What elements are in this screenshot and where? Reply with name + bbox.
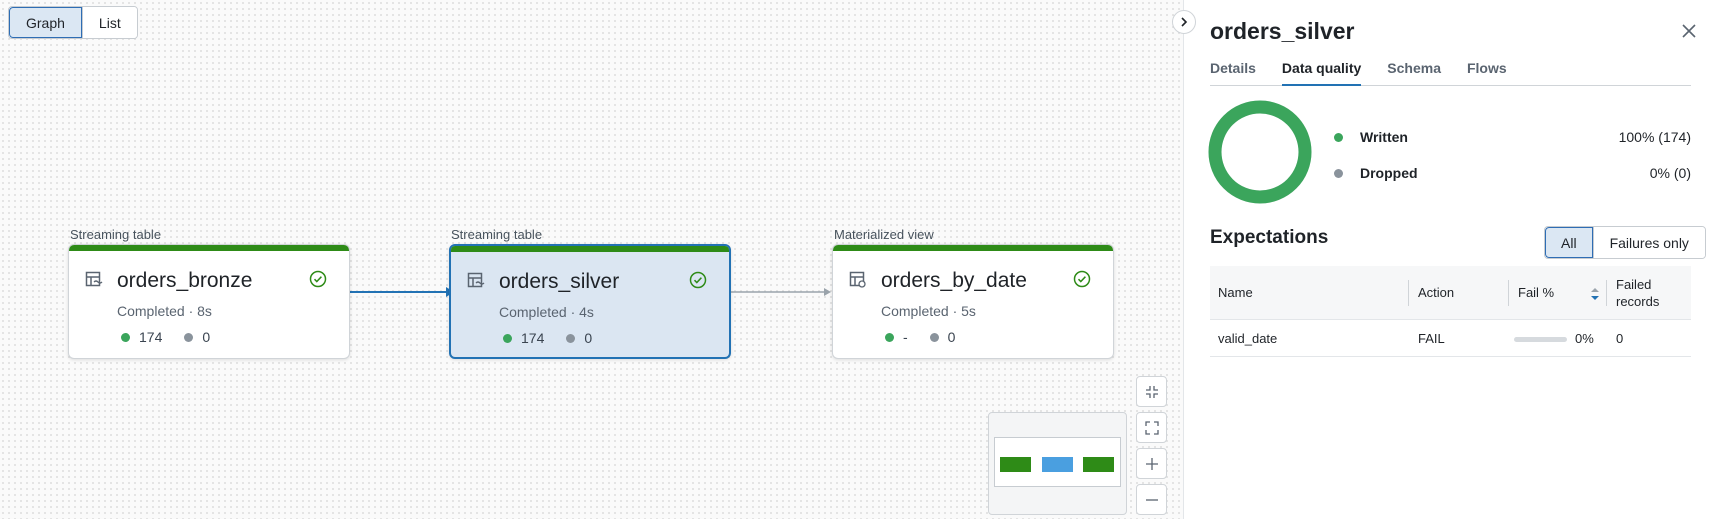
expectation-action: FAIL xyxy=(1418,331,1445,346)
tab-data-quality[interactable]: Data quality xyxy=(1281,60,1362,86)
node-orders-bronze[interactable]: orders_bronze Completed · 8s 174 0 xyxy=(68,244,350,359)
streaming-table-icon xyxy=(85,271,103,287)
written-count: 174 xyxy=(521,330,545,346)
chevron-right-icon xyxy=(1181,17,1188,27)
list-view-button[interactable]: List xyxy=(81,7,137,38)
fullscreen-button[interactable] xyxy=(1136,412,1167,443)
expectation-name: valid_date xyxy=(1218,331,1278,346)
node-status: Completed · 4s xyxy=(499,304,594,320)
minimap-node-selected xyxy=(1042,457,1073,472)
success-check-icon xyxy=(689,271,707,289)
written-label: Written xyxy=(1360,129,1408,145)
written-count: 174 xyxy=(139,329,163,345)
materialized-view-icon xyxy=(849,271,866,288)
dropped-dot-icon xyxy=(184,332,194,342)
donut-written-arc xyxy=(1208,100,1312,204)
column-divider[interactable] xyxy=(1408,280,1409,306)
panel-tabs: Details Data quality Schema Flows xyxy=(1210,60,1691,86)
col-failed-records[interactable]: Failed records xyxy=(1616,276,1686,310)
node-title: orders_silver xyxy=(499,270,620,293)
node-orders-by-date[interactable]: orders_by_date Completed · 5s - 0 xyxy=(832,244,1114,359)
edge-silver-date-arrow xyxy=(824,288,831,296)
column-divider[interactable] xyxy=(1606,280,1607,306)
node-status-bar xyxy=(69,245,349,251)
dropped-dot-icon xyxy=(566,333,576,343)
dropped-label: Dropped xyxy=(1360,165,1418,181)
collapse-arrows-icon xyxy=(1145,385,1158,398)
node-type-label: Materialized view xyxy=(834,227,934,242)
legend-written: Written 100% (174) xyxy=(1334,129,1691,145)
expectation-fail-pct: 0% xyxy=(1575,331,1594,346)
expectations-filter: All Failures only xyxy=(1544,226,1706,259)
streaming-table-icon xyxy=(467,272,485,288)
node-status: Completed · 8s xyxy=(117,303,212,319)
details-panel: orders_silver Details Data quality Schem… xyxy=(1183,0,1716,519)
dropped-dot-icon xyxy=(1334,168,1343,178)
tab-flows[interactable]: Flows xyxy=(1467,60,1507,86)
minimap[interactable] xyxy=(988,412,1127,515)
filter-all-button[interactable]: All xyxy=(1545,227,1593,258)
graph-view-button[interactable]: Graph xyxy=(9,7,82,38)
collapse-panel-button[interactable] xyxy=(1172,10,1196,34)
minimap-node xyxy=(1083,457,1114,472)
written-value: 100% (174) xyxy=(1618,129,1691,145)
success-check-icon xyxy=(1073,270,1091,288)
node-title: orders_bronze xyxy=(117,269,253,292)
minimap-node xyxy=(1000,457,1031,472)
node-orders-silver[interactable]: orders_silver Completed · 4s 174 0 xyxy=(449,244,731,359)
filter-failures-button[interactable]: Failures only xyxy=(1592,227,1705,258)
expectation-failed-records: 0 xyxy=(1616,331,1624,346)
dropped-dot-icon xyxy=(929,332,939,342)
minus-icon xyxy=(1145,498,1158,501)
node-status-bar xyxy=(833,245,1113,251)
zoom-out-button[interactable] xyxy=(1136,484,1167,515)
node-type-label: Streaming table xyxy=(451,227,543,242)
node-counts: 174 0 xyxy=(503,330,614,346)
node-counts: - 0 xyxy=(885,329,977,345)
table-row[interactable]: valid_date FAIL 0% 0 xyxy=(1210,320,1691,357)
quality-donut-chart xyxy=(1208,100,1312,204)
node-type-label: Streaming table xyxy=(70,227,162,242)
column-divider[interactable] xyxy=(1508,280,1509,306)
node-title: orders_by_date xyxy=(881,269,1027,292)
written-dot-icon xyxy=(503,333,512,343)
dropped-count: 0 xyxy=(947,329,956,345)
zoom-in-button[interactable] xyxy=(1136,448,1167,479)
panel-title: orders_silver xyxy=(1210,18,1355,44)
col-name[interactable]: Name xyxy=(1218,285,1253,300)
view-toggle: Graph List xyxy=(8,6,138,39)
dropped-count: 0 xyxy=(202,329,211,345)
dropped-value: 0% (0) xyxy=(1649,165,1691,181)
graph-canvas[interactable]: Graph List Streaming table orders_bronze xyxy=(0,0,1183,519)
close-icon[interactable] xyxy=(1680,22,1698,40)
dropped-count: 0 xyxy=(584,330,593,346)
tab-details[interactable]: Details xyxy=(1210,60,1256,86)
plus-icon xyxy=(1145,457,1158,470)
table-header: Name Action Fail % Failed records xyxy=(1210,266,1691,320)
fit-view-button[interactable] xyxy=(1136,376,1167,407)
written-dot-icon xyxy=(885,332,894,342)
expand-icon xyxy=(1144,420,1159,435)
written-dot-icon xyxy=(1334,132,1343,142)
expectations-table: Name Action Fail % Failed records valid_… xyxy=(1210,266,1691,357)
written-count: - xyxy=(903,329,908,345)
tab-schema[interactable]: Schema xyxy=(1387,60,1441,86)
col-action[interactable]: Action xyxy=(1418,285,1454,300)
success-check-icon xyxy=(309,270,327,288)
expectations-title: Expectations xyxy=(1210,227,1329,248)
node-counts: 174 0 xyxy=(121,329,232,345)
sort-icon[interactable] xyxy=(1590,287,1600,301)
fail-progress-bar xyxy=(1514,337,1567,342)
legend-dropped: Dropped 0% (0) xyxy=(1334,165,1691,181)
node-status: Completed · 5s xyxy=(881,303,976,319)
node-status-bar xyxy=(451,246,729,252)
col-fail-pct[interactable]: Fail % xyxy=(1518,285,1554,300)
written-dot-icon xyxy=(121,332,130,342)
